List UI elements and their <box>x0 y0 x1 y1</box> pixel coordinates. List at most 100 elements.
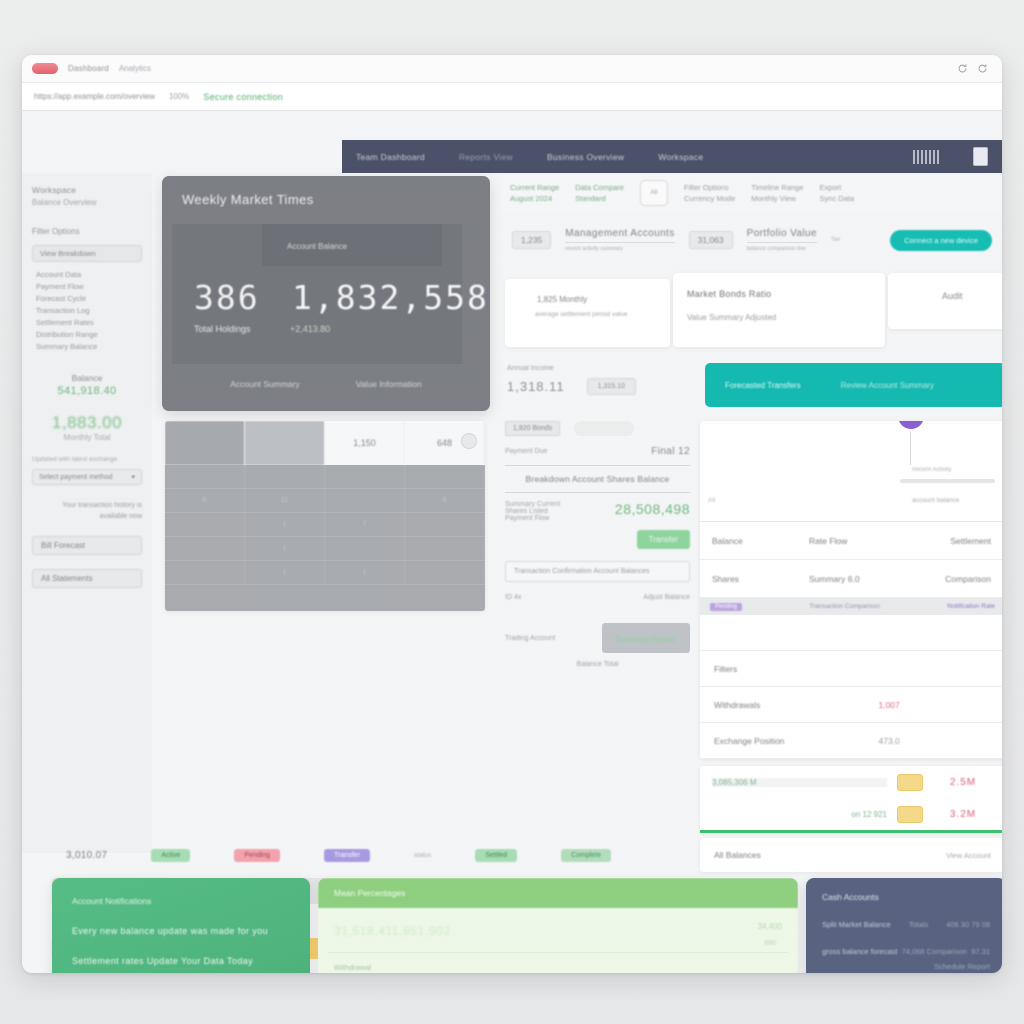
sidebar-all-statements-button[interactable]: All Statements <box>32 569 142 588</box>
toolbar-item-4-bottom: Sync Data <box>819 194 855 203</box>
status-badge-complete[interactable]: Complete <box>561 848 612 862</box>
nav-item-2[interactable]: Business Overview <box>547 152 624 162</box>
sidebar-filter-button[interactable]: View Breakdown <box>32 245 142 262</box>
toolbar-item-4[interactable]: Export Sync Data <box>820 182 855 205</box>
cell: 1 <box>245 537 325 560</box>
profile-icon[interactable] <box>977 63 988 74</box>
toolbar-item-3[interactable]: Timeline Range Monthly View <box>751 182 803 205</box>
sidebar-item-forecast-cycle[interactable]: Forecast Cycle <box>36 294 142 303</box>
nav-item-1[interactable]: Reports View <box>459 152 513 162</box>
zoom-level-label[interactable]: 100% <box>169 92 189 101</box>
percentages-card[interactable]: Mean Percentages 31,518,411,851,902 With… <box>318 878 798 973</box>
sidebar-payment-select[interactable]: Select payment method ▾ <box>32 469 142 485</box>
status-badge-settled[interactable]: Settled <box>475 848 518 862</box>
sidebar-item-payment-flow[interactable]: Payment Flow <box>36 282 142 291</box>
chip-1[interactable]: 1,235 <box>512 231 552 249</box>
table-row[interactable]: 0 11 8 <box>165 489 485 513</box>
status-band-right[interactable]: Notification Rate <box>947 603 995 610</box>
table-row[interactable]: 1 1 <box>165 561 485 585</box>
nav-item-0[interactable]: Team Dashboard <box>356 152 425 162</box>
status-badge-active[interactable]: Active <box>151 848 191 862</box>
right-card-tiny-label: Recent Activity <box>912 467 952 473</box>
table-row[interactable]: Shares Summary 6.0 Comparison <box>700 560 1002 598</box>
toolbar-item-0-bottom: August 2024 <box>510 194 553 203</box>
hero-display-card: Weekly Market Times Account Balance 386 … <box>162 176 490 411</box>
status-band-text: Transaction Comparison <box>809 603 880 610</box>
refresh-icon[interactable] <box>957 63 968 74</box>
mini-stat-box[interactable]: 1,315.10 <box>586 378 636 395</box>
strip-stat-1-top: Management Accounts <box>565 228 675 239</box>
midpanel-chip[interactable]: 1,820 Bonds <box>505 421 561 436</box>
percentages-card-header: Mean Percentages <box>318 878 798 908</box>
sidebar-item-transaction-log[interactable]: Transaction Log <box>36 306 142 315</box>
chip-2[interactable]: 31,063 <box>688 231 733 249</box>
list-item[interactable]: 3,085,306 M 2.5M <box>700 766 1002 798</box>
info-card-2[interactable]: Market Bonds Ratio Value Summary Adjuste… <box>673 273 885 347</box>
table-row[interactable]: 1 <box>165 537 485 561</box>
data-grid-header-2[interactable]: 1,150 <box>325 421 405 465</box>
right-footer-bar[interactable]: All Balances View Account <box>700 838 1002 872</box>
midpanel-pill[interactable] <box>574 421 635 436</box>
middle-detail-panel: 1,820 Bonds Payment Due Final 12 Breakdo… <box>505 421 690 751</box>
info-card-1[interactable]: 1,825 Monthly average settlement period … <box>505 279 670 347</box>
toolbar-item-2-top: Filter Options <box>683 182 729 192</box>
percentages-card-value: 31,518,411,851,902 <box>334 924 451 938</box>
avatar[interactable] <box>973 147 988 166</box>
toolbar-all-box[interactable]: All <box>639 180 668 206</box>
data-grid-header-1[interactable] <box>245 421 325 465</box>
info-badge-icon[interactable] <box>461 433 477 449</box>
midpanel-footer-box[interactable]: Summary Report <box>601 623 690 653</box>
cash-accounts-card[interactable]: Cash Accounts Split Market Balance Total… <box>806 878 1002 973</box>
status-badge: Pending <box>710 602 743 611</box>
browser-tabstrip: Dashboard Analytics <box>22 55 1002 83</box>
sidebar-item-settlement-rates[interactable]: Settlement Rates <box>36 318 142 327</box>
strip-stat-2-rule <box>746 242 817 243</box>
table-row[interactable]: Withdrawals 1,007 <box>700 687 1002 723</box>
url-input[interactable]: https://app.example.com/overview <box>34 92 155 101</box>
toolbar-item-1[interactable]: Data Compare Standard <box>575 182 624 205</box>
status-badge-pending[interactable]: Pending <box>234 848 281 862</box>
sidebar-bill-forecast-button[interactable]: Bill Forecast <box>32 536 142 555</box>
notifications-card[interactable]: Account Notifications Every new balance … <box>52 878 310 973</box>
right-card-note: account balance <box>912 497 960 504</box>
content-toolbar: Current Range August 2024 Data Compare S… <box>502 173 1002 213</box>
table-row[interactable]: Balance Rate Flow Settlement <box>700 522 1002 560</box>
table-row[interactable]: 1 7 <box>165 513 485 537</box>
info-card-3[interactable]: Audit <box>888 273 1002 329</box>
table-row[interactable]: Exchange Position 473.0 <box>700 723 1002 759</box>
cell: Filters <box>714 663 738 674</box>
midpanel-row-right[interactable]: Adjust Balance <box>643 594 690 601</box>
sidebar-item-account-data[interactable]: Account Data <box>36 270 142 279</box>
sidebar-heading: Workspace <box>32 185 77 195</box>
connect-device-button[interactable]: Connect a new device <box>890 229 992 251</box>
sidebar-big-value: 1,883.00 <box>51 413 123 432</box>
sidebar-item-distribution-range[interactable]: Distribution Range <box>36 330 142 339</box>
midpanel-rule-2 <box>505 492 690 493</box>
toolbar-item-2[interactable]: Filter Options Currency Mode <box>684 182 735 205</box>
table-row[interactable] <box>700 615 1002 651</box>
nav-item-3[interactable]: Workspace <box>658 152 703 162</box>
cash-accounts-row-2: gross balance forecast 74,068 Comparison… <box>822 947 990 956</box>
toolbar-item-3-top: Timeline Range <box>751 182 804 192</box>
midpanel-badge-row: Transfer <box>505 530 690 549</box>
forecasted-transfers-bar[interactable]: Forecasted Transfers Review Account Summ… <box>705 363 1002 407</box>
midpanel-confirmation-input[interactable]: Transaction Confirmation Account Balance… <box>505 561 690 582</box>
info-card-2-title: Market Bonds Ratio <box>687 289 772 299</box>
data-grid-header-0[interactable] <box>165 421 245 465</box>
browser-chrome-icons <box>957 63 992 74</box>
midpanel-label: Payment Due <box>505 448 548 455</box>
hero-title: Weekly Market Times <box>182 192 314 207</box>
table-row[interactable]: Filters <box>700 651 1002 687</box>
sidebar-item-summary-balance[interactable]: Summary Balance <box>36 342 142 351</box>
browser-tab-1[interactable]: Dashboard <box>68 64 109 73</box>
browser-tab-2[interactable]: Analytics <box>119 64 151 73</box>
table-row[interactable] <box>165 465 485 489</box>
status-badge-transfer[interactable]: Transfer <box>324 848 370 862</box>
toolbar-item-0[interactable]: Current Range August 2024 <box>510 182 559 205</box>
data-grid-panel: 1,150 648 0 11 8 1 7 1 1 1 <box>165 421 485 611</box>
cell: Exchange Position <box>714 735 785 746</box>
marker-badge-icon[interactable] <box>898 421 924 429</box>
list-item[interactable]: on 12 921 3.2M <box>700 798 1002 830</box>
right-footer-right[interactable]: View Account <box>946 851 991 860</box>
midpanel-transfer-badge[interactable]: Transfer <box>636 530 690 549</box>
